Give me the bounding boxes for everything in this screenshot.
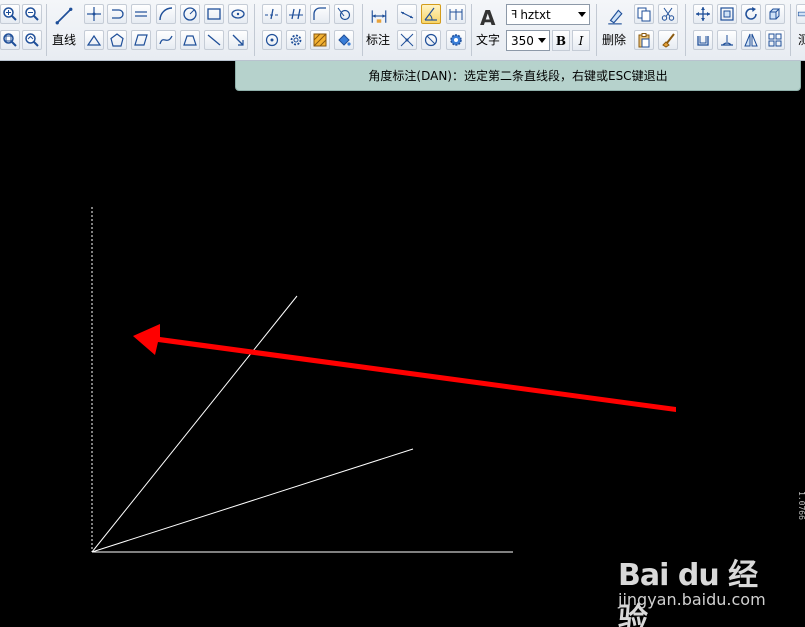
first-line-segment[interactable] (91, 295, 298, 553)
move-icon[interactable] (693, 4, 713, 24)
diagonal-arrow-icon[interactable] (228, 30, 248, 50)
toolbar-separator (685, 4, 686, 56)
coordinate-readout: 1.0766 (797, 491, 805, 520)
toolbar-separator (254, 4, 255, 56)
font-select-value: hztxt (520, 7, 551, 22)
zoom-in-icon[interactable] (0, 4, 20, 24)
chevron-down-icon (578, 12, 586, 17)
command-prompt-bar: 角度标注(DAN)：选定第二条直线段，右键或ESC键退出 (235, 61, 801, 91)
rotate-icon[interactable] (741, 4, 761, 24)
offset-icon[interactable] (693, 30, 713, 50)
dimension-tool-label[interactable]: 标注 (366, 31, 390, 48)
ellipse-icon[interactable] (228, 4, 248, 24)
extend-icon[interactable] (286, 4, 306, 24)
cut-icon[interactable] (658, 4, 678, 24)
line-tool-icon[interactable] (53, 5, 75, 27)
measure-label[interactable]: 测 (798, 31, 805, 48)
baidu-watermark: Bai du 经验 jingyan.baidu.com (612, 540, 772, 627)
delete-label[interactable]: 删除 (602, 31, 626, 48)
trapezoid-icon[interactable] (180, 30, 200, 50)
text-tool-icon[interactable]: A (480, 6, 495, 30)
chamfer-icon[interactable] (334, 4, 354, 24)
command-prompt-text: 角度标注(DAN)：选定第二条直线段，右键或ESC键退出 (368, 69, 668, 83)
toolbar-separator (362, 4, 363, 56)
copy-icon[interactable] (634, 4, 654, 24)
scale-icon[interactable] (717, 4, 737, 24)
spline-icon[interactable] (156, 30, 176, 50)
toolbar-separator (596, 4, 597, 56)
mirror-icon[interactable] (741, 30, 761, 50)
measure-icon[interactable] (796, 4, 805, 24)
font-select[interactable]: ꟻ hztxt (506, 4, 590, 25)
baidu-logo: Bai du 经验 (618, 558, 758, 627)
polygon-icon[interactable] (107, 30, 127, 50)
radius-dimension-icon[interactable] (397, 30, 417, 50)
toolbar-separator (790, 4, 791, 56)
gear-icon[interactable] (286, 30, 306, 50)
parallelogram-icon[interactable] (131, 30, 151, 50)
zoom-window-icon[interactable] (0, 30, 20, 50)
settings-gear-icon[interactable] (446, 30, 466, 50)
text-size-select[interactable]: 350 (506, 30, 550, 51)
angle-dimension-icon[interactable] (421, 4, 441, 24)
toolbar-separator (46, 4, 47, 56)
fill-bucket-icon[interactable] (334, 30, 354, 50)
aligned-dimension-icon[interactable] (397, 4, 417, 24)
double-line-icon[interactable] (131, 4, 151, 24)
slash-line-icon[interactable] (204, 30, 224, 50)
dimension-tool-icon[interactable] (368, 5, 390, 27)
watermark-url: jingyan.baidu.com (618, 590, 766, 609)
rectangle-icon[interactable] (204, 4, 224, 24)
arc-icon[interactable] (156, 4, 176, 24)
zoom-previous-icon[interactable] (22, 30, 42, 50)
circle-icon[interactable] (180, 4, 200, 24)
zoom-out-icon[interactable] (22, 4, 42, 24)
italic-button[interactable]: I (572, 30, 590, 51)
text-tool-label[interactable]: 文字 (476, 31, 500, 48)
triangle-icon[interactable] (84, 30, 104, 50)
snap-circle-icon[interactable] (262, 30, 282, 50)
construction-line-icon[interactable] (84, 4, 104, 24)
trim-icon[interactable] (262, 4, 282, 24)
line-tool-label[interactable]: 直线 (52, 31, 76, 48)
bold-button[interactable]: B (552, 30, 570, 51)
second-line-segment[interactable] (91, 448, 414, 553)
toolbar-separator (471, 4, 472, 56)
hatch-icon[interactable] (310, 30, 330, 50)
eraser-icon[interactable] (604, 5, 626, 27)
polyline-arc-icon[interactable] (107, 4, 127, 24)
brush-icon[interactable] (658, 30, 678, 50)
text-size-value: 350 (511, 33, 534, 48)
diameter-dimension-icon[interactable] (421, 30, 441, 50)
chevron-down-icon (538, 38, 546, 43)
array-icon[interactable] (765, 30, 785, 50)
continuous-dimension-icon[interactable] (446, 4, 466, 24)
stretch-icon[interactable] (717, 30, 737, 50)
toolbar: 直线 标注 A 文字 ꟻ hztxt 350 B I 删除 测 (0, 0, 805, 61)
3d-box-icon[interactable] (765, 4, 785, 24)
font-type-icon: ꟻ (511, 8, 518, 21)
paste-icon[interactable] (634, 30, 654, 50)
fillet-icon[interactable] (310, 4, 330, 24)
